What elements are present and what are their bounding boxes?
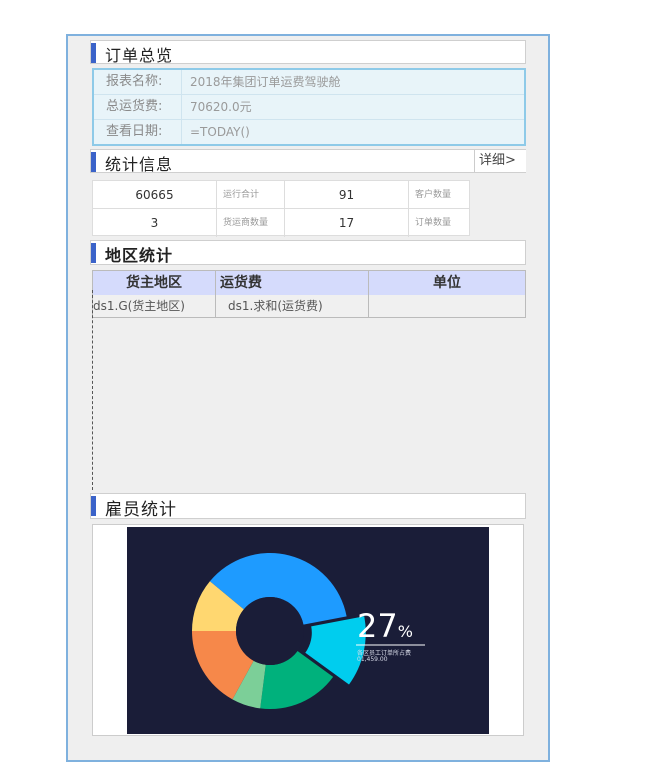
- info-row-view-date: 查看日期: =TODAY(): [94, 120, 524, 144]
- section-marker: [91, 152, 96, 172]
- stat-label: 客户数量: [409, 181, 469, 209]
- percent-value: 27: [357, 607, 398, 645]
- table-header: 运货费: [216, 271, 369, 295]
- detail-link[interactable]: 详细>: [474, 150, 526, 172]
- info-label: 查看日期:: [94, 120, 182, 144]
- section-marker: [91, 243, 96, 263]
- table-header: 单位: [369, 271, 525, 295]
- info-label: 报表名称:: [94, 70, 182, 94]
- section-employee-stats: 雇员统计: [90, 493, 526, 520]
- stats-grid: 60665 运行合计 91 客户数量 3 货运商数量 17 订单数量: [92, 180, 470, 237]
- stat-label: 运行合计: [217, 181, 285, 209]
- donut-hole: [236, 597, 304, 665]
- info-value: 70620.0元: [190, 100, 252, 114]
- info-row-total-freight: 总运货费: 70620.0元: [94, 95, 524, 120]
- stat-label: 货运商数量: [217, 209, 285, 237]
- table-header: 货主地区: [93, 271, 216, 295]
- info-label: 总运货费:: [94, 95, 182, 119]
- section-order-overview: 订单总览: [90, 40, 526, 65]
- section-title: 统计信息: [105, 155, 174, 174]
- table-cell[interactable]: ds1.求和(运货费): [216, 295, 369, 317]
- divider-line: [92, 290, 93, 490]
- section-stats-info: 统计信息: [90, 149, 526, 174]
- report-info-panel: 报表名称: 2018年集团订单运费驾驶舱 总运货费: 70620.0元 查看日期…: [92, 68, 526, 146]
- percent-sign: %: [397, 622, 413, 641]
- info-value: =TODAY(): [190, 125, 250, 139]
- donut-percent: 27%: [357, 607, 413, 645]
- section-title: 订单总览: [105, 46, 174, 65]
- info-row-report-name: 报表名称: 2018年集团订单运费驾驶舱: [94, 70, 524, 95]
- section-marker: [91, 43, 96, 63]
- section-title: 地区统计: [105, 246, 174, 265]
- stat-value: 3: [93, 209, 217, 237]
- stat-value: 60665: [93, 181, 217, 209]
- stat-value: 17: [285, 209, 409, 237]
- section-title: 雇员统计: [105, 500, 177, 520]
- stat-value: 91: [285, 181, 409, 209]
- donut-chart-panel: 27% 各区员工订单所占费 01,459.00: [127, 527, 489, 734]
- region-table: 货主地区 运货费 单位 ds1.G(货主地区) ds1.求和(运货费): [92, 270, 526, 318]
- donut-caption-value: 01,459.00: [357, 656, 388, 663]
- info-value: 2018年集团订单运费驾驶舱: [190, 75, 341, 89]
- section-region-stats: 地区统计: [90, 240, 526, 265]
- section-marker: [91, 496, 96, 516]
- table-cell[interactable]: [369, 295, 525, 317]
- table-cell[interactable]: ds1.G(货主地区): [93, 295, 216, 317]
- stat-label: 订单数量: [415, 218, 452, 228]
- donut-chart: [192, 553, 425, 709]
